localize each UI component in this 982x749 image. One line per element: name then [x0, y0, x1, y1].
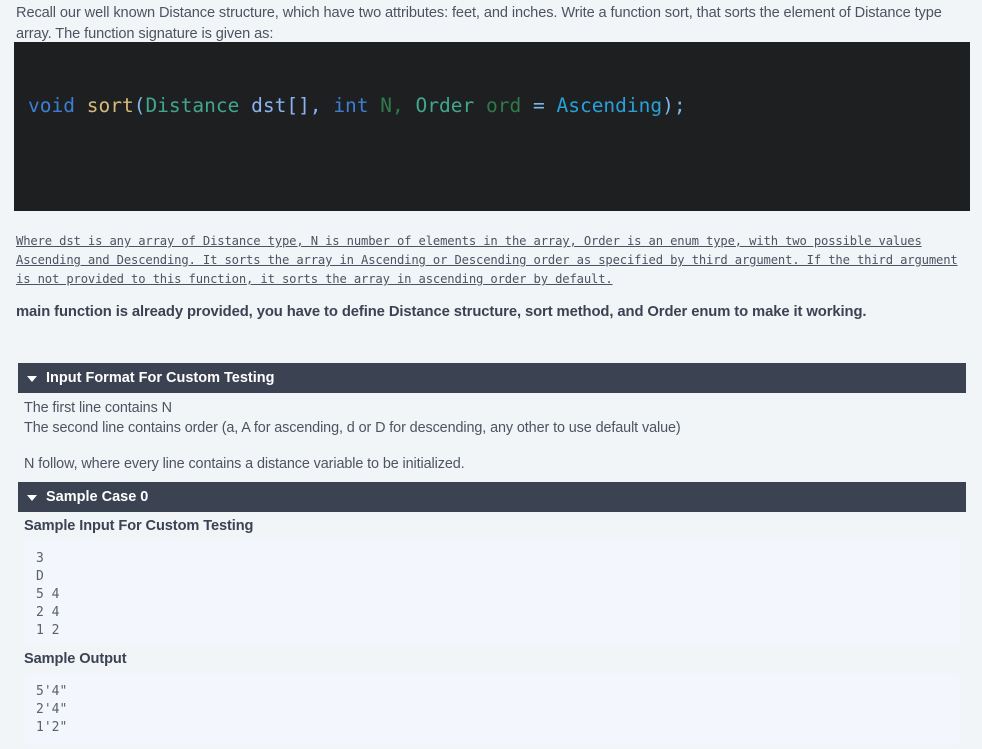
triangle-down-icon[interactable]: [27, 376, 37, 382]
code-token-order: Order: [415, 94, 475, 117]
code-token-int: int: [333, 94, 369, 117]
main-function-note: main function is already provided, you h…: [16, 304, 867, 320]
sample-output-title: Sample Output: [24, 651, 127, 667]
code-token-distance: Distance: [145, 94, 240, 117]
input-format-line-1: The first line contains N: [24, 400, 172, 416]
code-token-void: void: [28, 94, 75, 117]
code-snippet-block: void sort(Distance dst[], int N, Order o…: [14, 42, 970, 211]
section-header-sample-case[interactable]: Sample Case 0: [18, 482, 966, 512]
problem-description-paragraph: Recall our well known Distance structure…: [16, 5, 942, 42]
input-format-line-2: The second line contains order (a, A for…: [24, 420, 681, 436]
code-token-paren-close: );: [662, 94, 686, 117]
sample-input-title: Sample Input For Custom Testing: [24, 518, 254, 534]
code-signature-line: void sort(Distance dst[], int N, Order o…: [28, 94, 686, 118]
code-token-sort: sort: [86, 94, 134, 117]
code-token-n: N,: [380, 94, 404, 117]
section-header-input-format[interactable]: Input Format For Custom Testing: [18, 363, 966, 393]
code-token-dst: dst[],: [251, 94, 322, 117]
code-token-paren-open: (: [133, 94, 146, 117]
signature-explanation-note: Where dst is any array of Distance type,…: [16, 234, 958, 286]
sample-output-content: 5'4" 2'4" 1'2": [24, 673, 960, 745]
sample-input-content: 3 D 5 4 2 4 1 2: [24, 540, 960, 644]
code-token-ord: ord: [485, 94, 522, 117]
section-header-input-format-label: Input Format For Custom Testing: [46, 370, 275, 386]
problem-statement-page: Recall our well known Distance structure…: [0, 0, 982, 749]
section-header-sample-case-label: Sample Case 0: [46, 489, 149, 505]
triangle-down-icon[interactable]: [27, 495, 37, 501]
code-token-equals: =: [532, 94, 545, 117]
input-format-line-3: N follow, where every line contains a di…: [24, 456, 465, 472]
code-token-ascending: Ascending: [556, 94, 663, 117]
